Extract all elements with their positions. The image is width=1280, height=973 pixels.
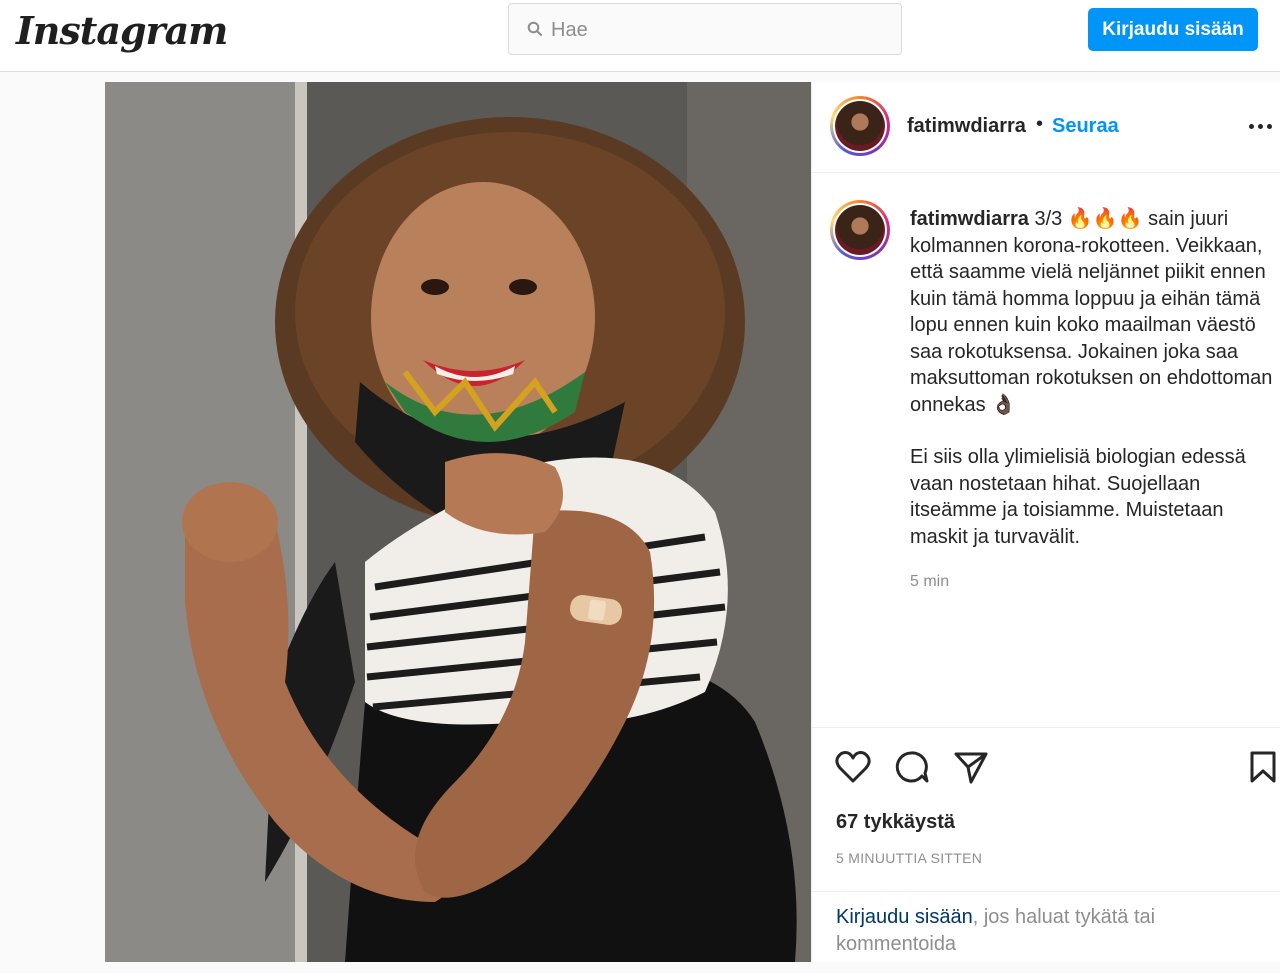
top-navigation-bar: Instagram Kirjaudu sisään	[0, 0, 1280, 72]
separator-dot: •	[1036, 113, 1044, 135]
post-photo-illustration	[105, 82, 811, 962]
like-count[interactable]: 67 tykkäystä	[836, 811, 955, 834]
post-timestamp: 5 MINUUTTIA SITTEN	[836, 850, 983, 866]
caption-paragraph-1: fatimwdiarra 3/3 🔥🔥🔥 sain juuri kolmanne…	[910, 206, 1280, 418]
caption-timestamp[interactable]: 5 min	[910, 573, 949, 591]
post-author-username[interactable]: fatimwdiarra	[907, 115, 1026, 138]
instagram-logo[interactable]: Instagram	[16, 8, 228, 53]
avatar[interactable]	[830, 96, 890, 156]
search-input[interactable]	[549, 14, 883, 46]
heart-icon[interactable]	[835, 750, 871, 784]
caption-avatar[interactable]	[830, 200, 890, 260]
search-box[interactable]	[508, 3, 902, 55]
post-side-panel: fatimwdiarra • Seuraa fatimwdiarra 3/3 🔥…	[811, 82, 1280, 962]
caption-username[interactable]: fatimwdiarra	[910, 208, 1029, 230]
avatar-image	[835, 205, 885, 255]
post-actions-section: 67 tykkäystä 5 MINUUTTIA SITTEN Kirjaudu…	[812, 727, 1280, 973]
login-link[interactable]: Kirjaudu sisään	[836, 906, 973, 928]
bookmark-icon[interactable]	[1249, 750, 1277, 784]
login-to-interact-prompt: Kirjaudu sisään, jos haluat tykätä tai k…	[812, 891, 1280, 957]
search-icon	[527, 21, 542, 36]
post-photo[interactable]	[105, 82, 811, 962]
login-button[interactable]: Kirjaudu sisään	[1088, 8, 1258, 51]
post-caption: fatimwdiarra 3/3 🔥🔥🔥 sain juuri kolmanne…	[910, 206, 1280, 576]
caption-text-1: 3/3 🔥🔥🔥 sain juuri kolmannen korona-roko…	[910, 208, 1273, 416]
share-icon[interactable]	[953, 750, 989, 784]
follow-button[interactable]: Seuraa	[1052, 115, 1119, 138]
comment-icon[interactable]	[894, 750, 930, 784]
post-header: fatimwdiarra • Seuraa	[812, 82, 1280, 173]
caption-paragraph-2: Ei siis olla ylimielisiä biologian edess…	[910, 446, 1246, 548]
avatar-image	[835, 101, 885, 151]
more-options-icon[interactable]	[1248, 114, 1276, 138]
